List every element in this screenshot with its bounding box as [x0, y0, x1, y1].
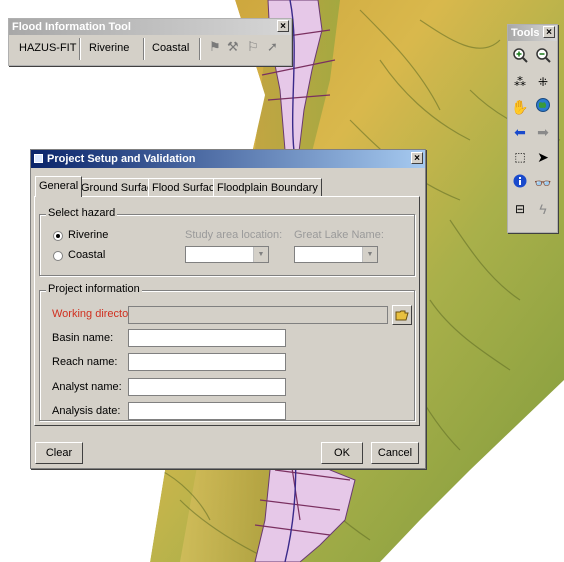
fixed-zoom-in-icon[interactable]: ⁂ — [510, 72, 530, 92]
select-hazard-legend: Select hazard — [46, 207, 118, 219]
coastal-radio[interactable] — [53, 251, 63, 261]
flood-toolbar-title-text: Flood Information Tool — [12, 21, 131, 33]
great-lake-label: Great Lake Name: — [294, 229, 384, 241]
hyperlink-lightning-icon[interactable]: ϟ — [533, 199, 553, 219]
zoom-out-icon[interactable] — [533, 47, 553, 67]
working-directory-field[interactable] — [128, 306, 388, 324]
measure-icon[interactable]: ⊟ — [510, 199, 530, 219]
project-information-group: Project information Working directory: B… — [39, 283, 415, 421]
riverine-radio[interactable] — [53, 231, 63, 241]
general-tab-panel: Select hazard Riverine Coastal Study are… — [34, 196, 420, 426]
flood-toolbar-title[interactable]: Flood Information Tool × — [9, 19, 291, 35]
tools-palette-close-button[interactable]: × — [543, 26, 555, 38]
project-setup-dialog: Project Setup and Validation × General G… — [30, 149, 426, 469]
select-features-icon[interactable]: ⬚ — [510, 147, 530, 167]
riverine-radio-label[interactable]: Riverine — [68, 229, 108, 241]
analyst-name-field[interactable] — [128, 378, 286, 396]
project-information-legend: Project information — [46, 283, 142, 295]
study-area-select[interactable]: ▼ — [185, 246, 269, 263]
find-binoculars-icon[interactable]: 👓 — [533, 173, 553, 193]
menu-riverine[interactable]: Riverine — [89, 42, 129, 54]
forward-arrow-icon[interactable]: ➡ — [533, 122, 553, 142]
cancel-button[interactable]: Cancel — [371, 442, 419, 464]
ok-button-label: OK — [334, 447, 350, 459]
full-extent-globe-icon[interactable] — [533, 97, 553, 117]
tools-palette-title[interactable]: Tools × — [508, 25, 557, 41]
chevron-down-icon[interactable]: ▼ — [362, 247, 377, 262]
toolbar-separator — [199, 38, 201, 60]
open-folder-icon — [395, 310, 409, 321]
tab-floodplain-boundary[interactable]: Floodplain Boundary — [213, 178, 322, 197]
study-area-label: Study area location: — [185, 229, 283, 241]
dialog-app-icon — [34, 154, 43, 163]
reach-name-field[interactable] — [128, 353, 286, 371]
toolbar-separator — [143, 38, 145, 60]
ok-button[interactable]: OK — [321, 442, 363, 464]
select-hazard-group: Select hazard Riverine Coastal Study are… — [39, 207, 415, 276]
coastal-radio-label[interactable]: Coastal — [68, 249, 105, 261]
toolbar-separator — [79, 38, 81, 60]
fixed-zoom-out-icon[interactable]: ⁜ — [533, 72, 553, 92]
basin-name-field[interactable] — [128, 329, 286, 347]
menu-coastal[interactable]: Coastal — [152, 42, 189, 54]
flood-toolbar-close-button[interactable]: × — [277, 20, 289, 32]
analyst-name-label: Analyst name: — [52, 381, 122, 393]
flag-tool-icon[interactable]: ⚑ — [209, 39, 221, 55]
reach-name-label: Reach name: — [52, 356, 118, 368]
pan-hand-icon[interactable]: ✋ — [510, 97, 530, 117]
browse-folder-button[interactable] — [392, 305, 412, 325]
cancel-button-label: Cancel — [377, 447, 413, 459]
chevron-down-icon[interactable]: ▼ — [253, 247, 268, 262]
dialog-close-button[interactable]: × — [411, 152, 423, 164]
pointer-tool-icon[interactable]: ➚ — [267, 39, 278, 55]
select-elements-arrow-icon[interactable]: ➤ — [533, 147, 553, 167]
flood-information-toolbar: Flood Information Tool × HAZUS-FIT River… — [8, 18, 292, 66]
dialog-title-bar[interactable]: Project Setup and Validation × — [31, 150, 425, 168]
flag-pointer-tool-icon[interactable]: ⚐ — [247, 39, 259, 55]
identify-info-icon[interactable] — [510, 173, 530, 193]
zoom-in-icon[interactable] — [510, 47, 530, 67]
tools-palette-title-text: Tools — [511, 27, 540, 39]
basin-name-label: Basin name: — [52, 332, 114, 344]
tab-general[interactable]: General — [35, 176, 83, 197]
back-arrow-icon[interactable]: ⬅ — [510, 122, 530, 142]
clear-button[interactable]: Clear — [35, 442, 83, 464]
dialog-title: Project Setup and Validation — [47, 153, 196, 165]
great-lake-select[interactable]: ▼ — [294, 246, 378, 263]
analysis-date-field[interactable] — [128, 402, 286, 420]
clear-button-label: Clear — [45, 447, 73, 459]
menu-hazus-fit[interactable]: HAZUS-FIT — [19, 42, 76, 54]
analysis-date-label: Analysis date: — [52, 405, 121, 417]
cross-section-tool-icon[interactable]: ⚒ — [227, 39, 239, 55]
tools-palette: Tools × ⁂ ⁜ ✋ ⬅ ➡ ⬚ ➤ 👓 ⊟ ϟ — [507, 24, 558, 233]
